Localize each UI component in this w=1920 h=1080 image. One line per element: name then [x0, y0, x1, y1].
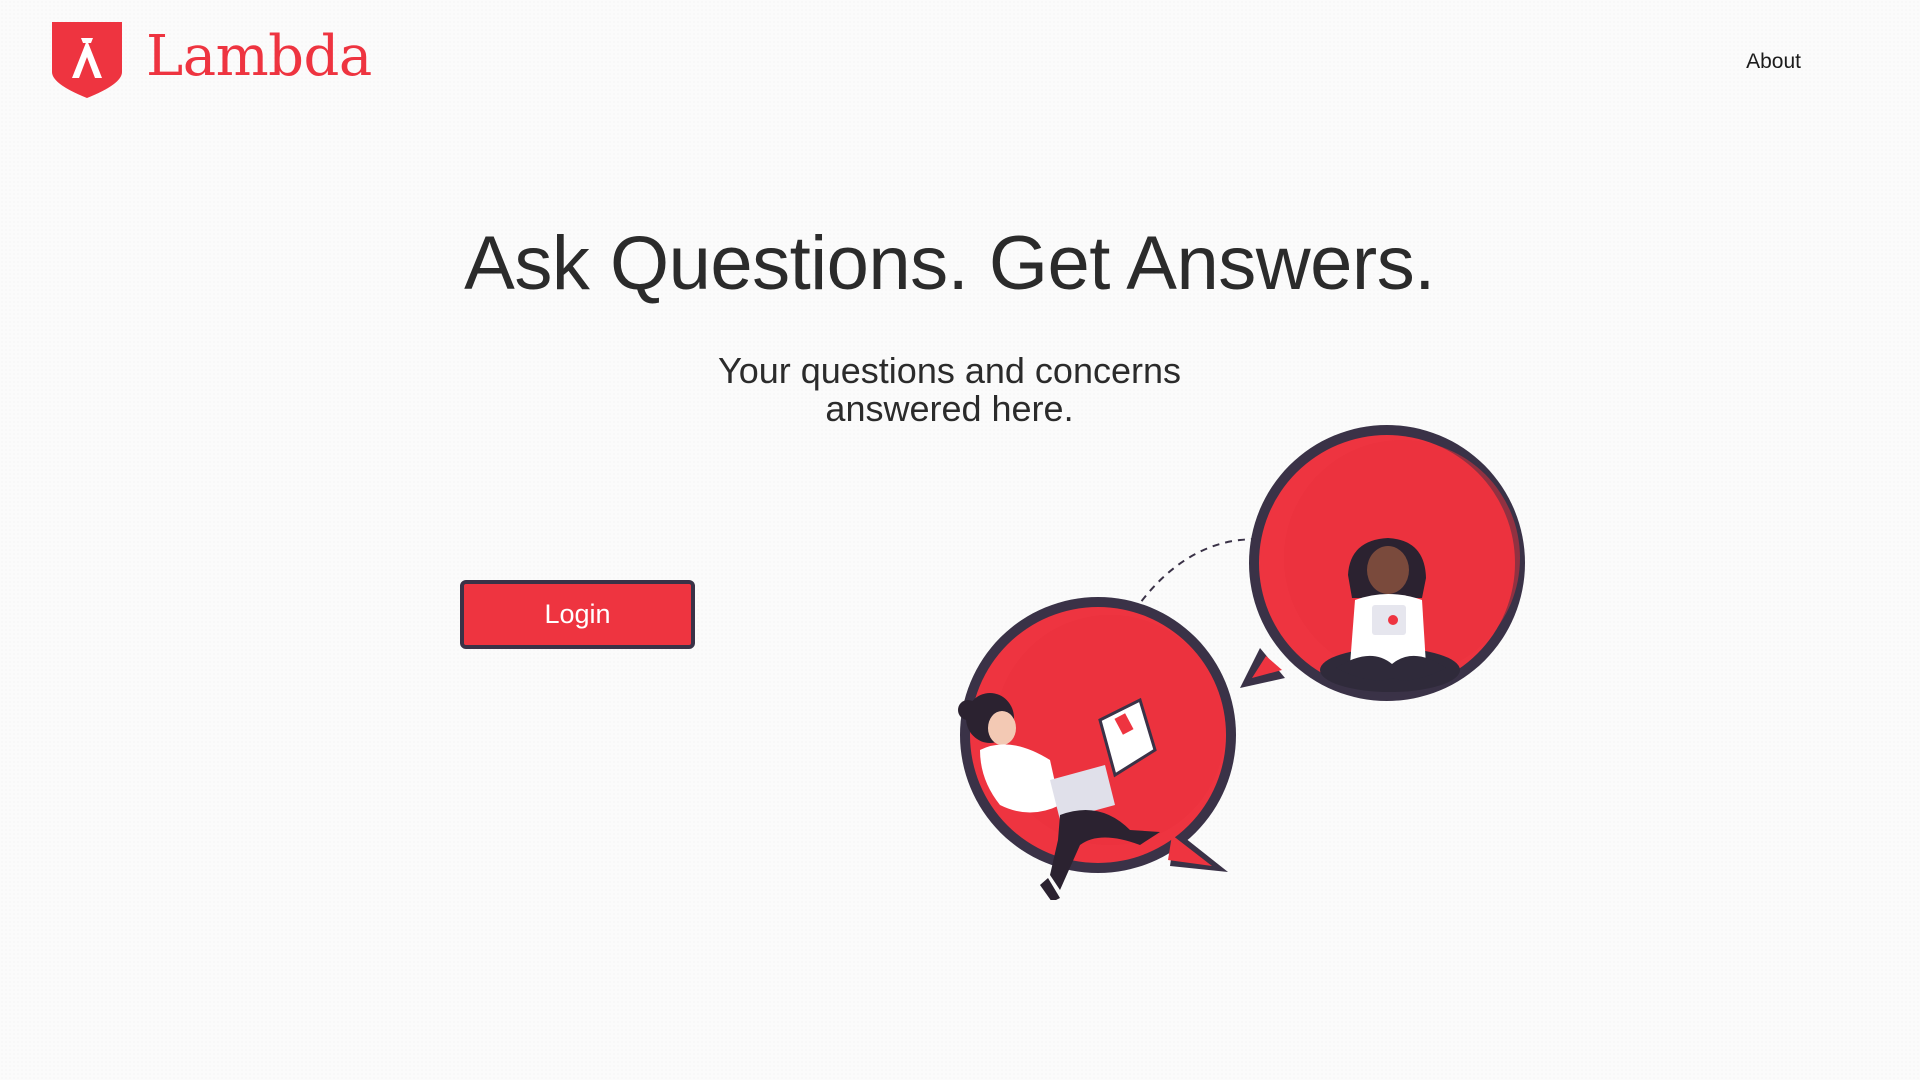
brand-logo[interactable]: Lambda — [50, 20, 372, 100]
nav-about-link[interactable]: About — [1746, 50, 1801, 74]
landing-page: Lambda About Ask Questions. Get Answers.… — [0, 0, 1920, 1080]
login-button[interactable]: Login — [460, 580, 695, 649]
hero-subtitle: Your questions and concerns answered her… — [0, 352, 1899, 428]
hero-subtitle-line-1: Your questions and concerns — [718, 350, 1181, 391]
brand-name: Lambda — [146, 24, 372, 89]
hero-title: Ask Questions. Get Answers. — [464, 221, 1435, 306]
chat-bubbles-people-illustration — [958, 425, 1525, 900]
lambda-shield-icon — [52, 22, 122, 98]
site-header: Lambda About — [0, 0, 1920, 120]
